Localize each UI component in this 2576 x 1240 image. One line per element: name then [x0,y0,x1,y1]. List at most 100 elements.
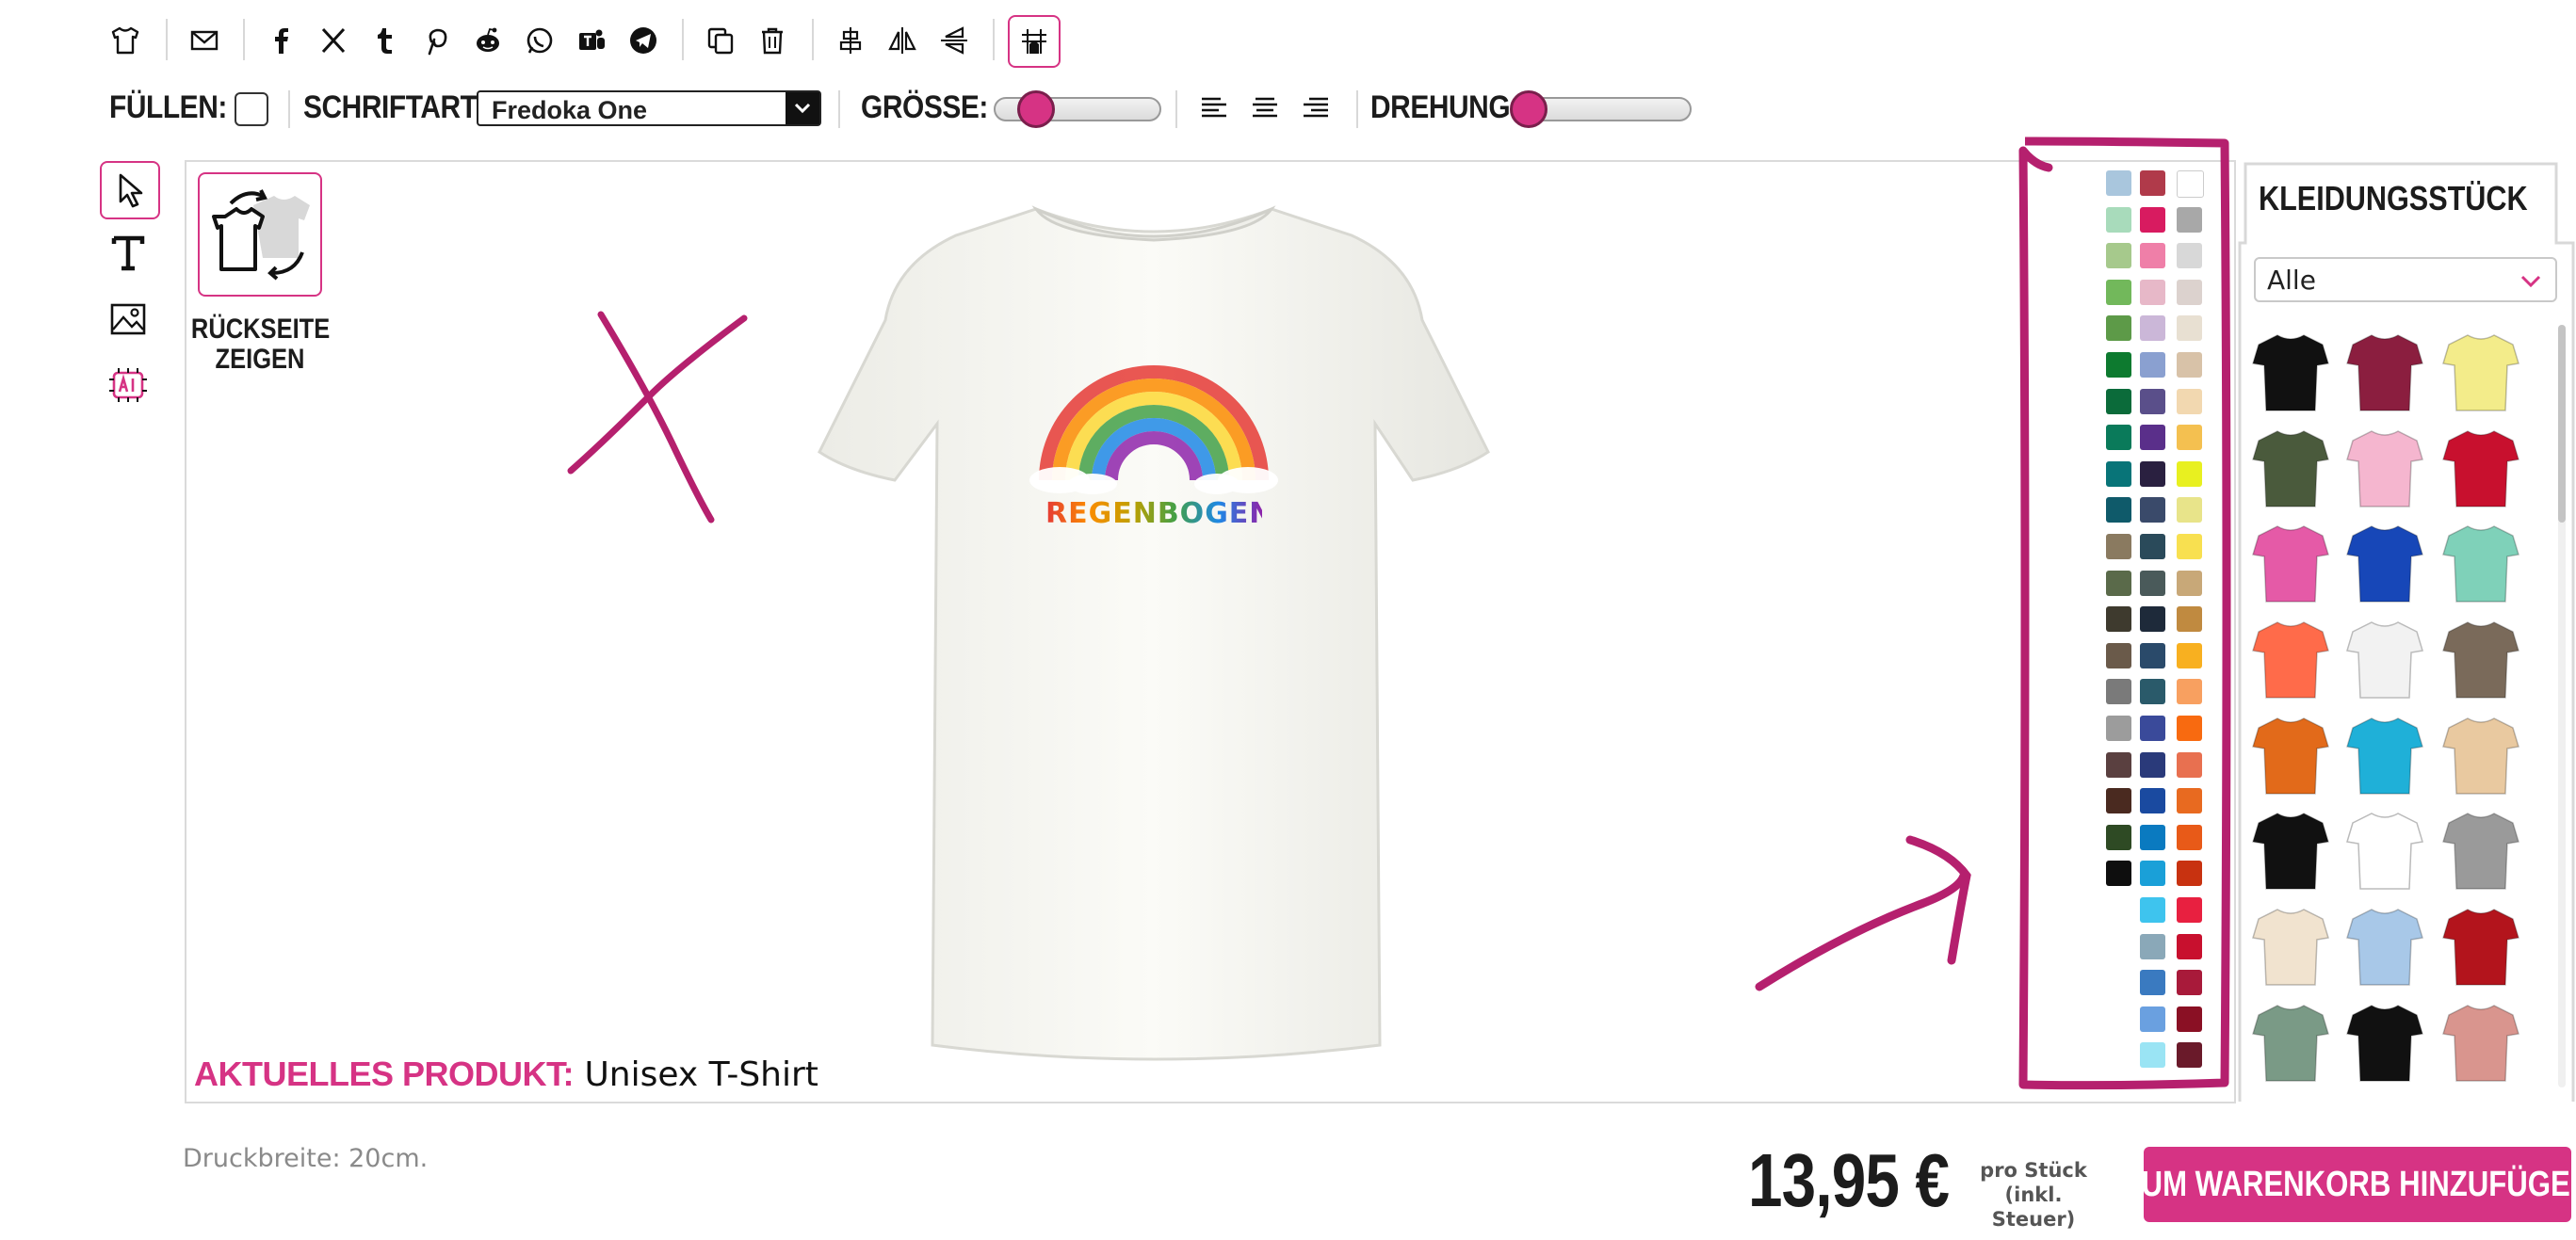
color-swatch[interactable] [2106,243,2131,268]
flip-horizontal-icon[interactable] [883,21,922,60]
trash-icon[interactable] [753,21,792,60]
color-swatch[interactable] [2140,461,2165,487]
design-text[interactable]: REGENBOGEN [1045,497,1272,530]
garment-item[interactable] [2345,330,2424,416]
color-swatch[interactable] [2177,571,2202,596]
fill-checkbox[interactable] [235,92,268,126]
color-swatch[interactable] [2140,352,2165,378]
add-to-cart-button[interactable]: ZUM WARENKORB HINZUFÜGEN [2124,1147,2576,1222]
tumblr-icon[interactable] [365,21,405,60]
color-swatch[interactable] [2140,243,2165,268]
garment-item[interactable] [2251,521,2330,607]
color-swatch[interactable] [2177,788,2202,813]
color-swatch[interactable] [2177,970,2202,995]
color-swatch[interactable] [2177,679,2202,704]
color-swatch[interactable] [2177,643,2202,668]
color-swatch[interactable] [2140,643,2165,668]
garment-scrollbar-thumb[interactable] [2558,325,2566,523]
garment-item[interactable] [2441,426,2520,512]
garment-item[interactable] [2441,713,2520,799]
text-tool[interactable] [100,226,156,281]
color-swatch[interactable] [2106,425,2131,450]
align-center-icon[interactable] [1249,92,1281,124]
grid-snap-icon[interactable] [1008,15,1061,68]
garment-item[interactable] [2441,617,2520,703]
garment-item[interactable] [2251,808,2330,894]
color-swatch[interactable] [2106,170,2131,196]
color-swatch[interactable] [2106,315,2131,341]
color-swatch[interactable] [2177,1006,2202,1032]
color-swatch[interactable] [2140,1042,2165,1068]
garment-item[interactable] [2345,521,2424,607]
rotation-slider-handle[interactable] [1510,90,1547,128]
color-swatch[interactable] [2106,825,2131,850]
select-tool[interactable] [100,161,160,219]
garment-item[interactable] [2441,330,2520,416]
color-swatch[interactable] [2177,207,2202,233]
teams-icon[interactable] [572,21,611,60]
color-swatch[interactable] [2177,280,2202,305]
color-swatch[interactable] [2140,716,2165,741]
garment-item[interactable] [2251,713,2330,799]
color-swatch[interactable] [2177,461,2202,487]
color-swatch[interactable] [2106,788,2131,813]
color-swatch[interactable] [2140,606,2165,632]
color-swatch[interactable] [2106,461,2131,487]
pinterest-icon[interactable] [416,21,456,60]
garment-item[interactable] [2345,808,2424,894]
color-swatch[interactable] [2106,207,2131,233]
color-swatch[interactable] [2140,280,2165,305]
align-right-icon[interactable] [1300,92,1332,124]
reddit-icon[interactable] [468,21,508,60]
align-left-icon[interactable] [1198,92,1230,124]
image-tool[interactable] [100,292,156,346]
tshirt-icon[interactable] [105,21,145,60]
color-swatch[interactable] [2106,861,2131,886]
garment-item[interactable] [2251,904,2330,990]
color-swatch[interactable] [2106,389,2131,414]
color-swatch[interactable] [2140,425,2165,450]
garment-item[interactable] [2345,426,2424,512]
color-swatch[interactable] [2140,752,2165,778]
color-swatch[interactable] [2140,1006,2165,1032]
color-swatch[interactable] [2177,752,2202,778]
whatsapp-icon[interactable] [520,21,559,60]
color-swatch[interactable] [2177,861,2202,886]
flip-vertical-icon[interactable] [934,21,974,60]
color-swatch[interactable] [2177,825,2202,850]
color-swatch[interactable] [2177,716,2202,741]
color-swatch[interactable] [2106,280,2131,305]
color-swatch[interactable] [2140,679,2165,704]
color-swatch[interactable] [2106,534,2131,559]
ai-tool[interactable] [100,358,156,412]
color-swatch[interactable] [2177,534,2202,559]
garment-item[interactable] [2251,1000,2330,1087]
garment-item[interactable] [2441,904,2520,990]
color-swatch[interactable] [2106,716,2131,741]
color-swatch[interactable] [2106,606,2131,632]
garment-item[interactable] [2251,330,2330,416]
color-swatch[interactable] [2140,788,2165,813]
color-swatch[interactable] [2177,934,2202,959]
color-swatch[interactable] [2140,389,2165,414]
color-swatch[interactable] [2177,352,2202,378]
garment-item[interactable] [2441,1000,2520,1087]
color-swatch[interactable] [2177,315,2202,341]
color-swatch[interactable] [2106,571,2131,596]
color-swatch[interactable] [2106,752,2131,778]
color-swatch[interactable] [2177,1042,2202,1068]
color-swatch[interactable] [2177,243,2202,268]
garment-filter-select[interactable]: Alle [2254,257,2557,302]
garment-item[interactable] [2345,713,2424,799]
garment-item[interactable] [2441,521,2520,607]
color-swatch[interactable] [2106,497,2131,523]
align-center-vertical-icon[interactable] [831,21,870,60]
flip-side-button[interactable] [198,172,322,297]
color-swatch[interactable] [2140,207,2165,233]
color-swatch[interactable] [2140,897,2165,923]
garment-item[interactable] [2345,617,2424,703]
color-swatch[interactable] [2106,352,2131,378]
color-swatch[interactable] [2177,389,2202,414]
size-slider-handle[interactable] [1017,90,1055,128]
garment-item[interactable] [2345,1000,2424,1087]
